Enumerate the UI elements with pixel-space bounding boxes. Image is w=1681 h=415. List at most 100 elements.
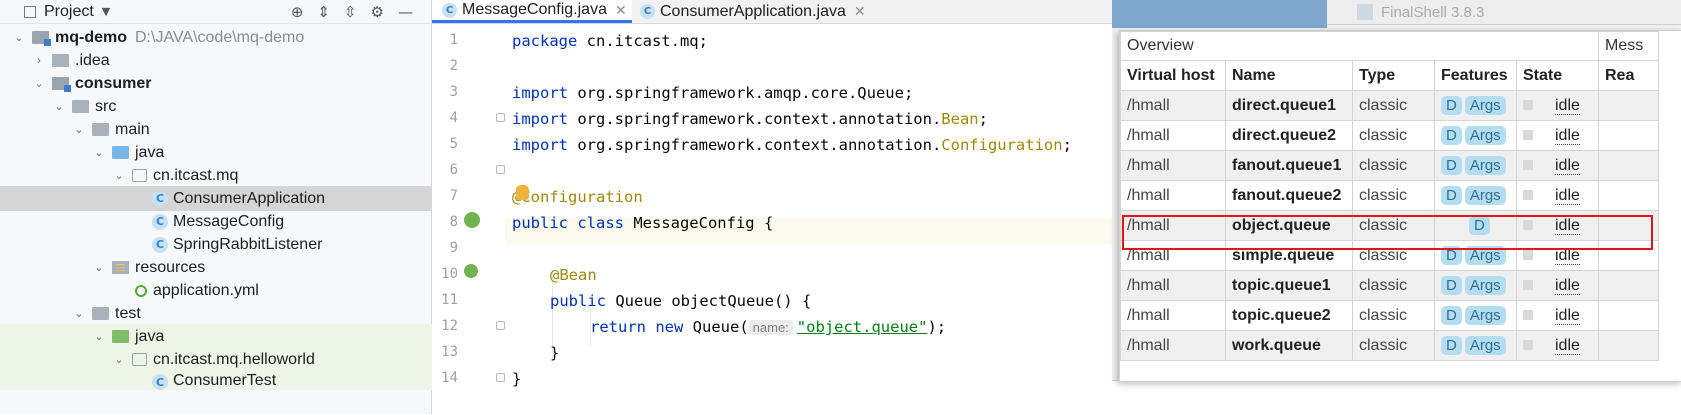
tree-item-mq-demo[interactable]: ⌄ mq-demo D:\JAVA\code\mq-demo xyxy=(0,25,443,50)
tree-label: consumer xyxy=(75,74,152,92)
tab-message-config[interactable]: C MessageConfig.java ✕ xyxy=(432,0,632,23)
chevron-down-icon[interactable]: ⌄ xyxy=(52,100,66,113)
code-line-4[interactable]: import org.springframework.context.annot… xyxy=(512,110,988,128)
cell-ready xyxy=(1598,210,1659,241)
expand-all-icon[interactable]: ⇕ xyxy=(317,3,330,21)
cell-virtual-host: /hmall xyxy=(1120,210,1226,241)
line-number: 3 xyxy=(449,84,458,100)
close-icon[interactable]: ✕ xyxy=(854,3,866,20)
cell-queue-name[interactable]: simple.queue xyxy=(1225,240,1353,271)
background-window-bottom xyxy=(1112,380,1681,415)
collapse-all-icon[interactable]: ⇳ xyxy=(344,3,357,21)
settings-icon[interactable]: ⚙ xyxy=(371,3,384,21)
table-row[interactable]: /hmall direct.queue2 classic D Args idle xyxy=(1120,120,1659,151)
tree-label: java xyxy=(135,143,165,161)
code-line-7[interactable]: @Configuration xyxy=(512,188,643,206)
chevron-down-icon[interactable]: ▼ xyxy=(102,5,110,18)
line-number: 4 xyxy=(449,110,458,126)
feature-args-badge: Args xyxy=(1464,306,1506,325)
intention-bulb-icon[interactable] xyxy=(516,185,529,200)
state-label: idle xyxy=(1555,306,1580,325)
column-virtual-host[interactable]: Virtual host xyxy=(1120,60,1226,91)
source-folder-icon xyxy=(112,146,129,159)
tree-item-idea[interactable]: › .idea xyxy=(0,48,463,73)
column-ready[interactable]: Rea xyxy=(1598,60,1659,91)
finalshell-window-title[interactable]: FinalShell 3.8.3 xyxy=(1327,0,1681,25)
feature-args-badge: Args xyxy=(1464,336,1506,355)
fold-marker-icon[interactable] xyxy=(496,165,505,174)
tree-item-src[interactable]: ⌄ src xyxy=(0,94,483,119)
column-state[interactable]: State xyxy=(1516,60,1599,91)
fold-marker-icon[interactable] xyxy=(496,373,505,382)
table-row[interactable]: /hmall direct.queue1 classic D Args idle xyxy=(1120,90,1659,121)
code-line-1[interactable]: package cn.itcast.mq; xyxy=(512,32,708,50)
finalshell-title: FinalShell 3.8.3 xyxy=(1381,3,1485,21)
package-icon xyxy=(132,353,147,366)
chevron-down-icon[interactable]: ⌄ xyxy=(12,31,26,44)
cell-queue-name[interactable]: direct.queue2 xyxy=(1225,120,1353,151)
target-icon[interactable]: ⊕ xyxy=(291,3,304,21)
tree-item-consumer[interactable]: ⌄ consumer xyxy=(0,71,463,96)
cell-features: D Args xyxy=(1434,90,1517,121)
project-title[interactable]: Project xyxy=(44,3,94,21)
project-toolbar: ⊕ ⇕ ⇳ ⚙ — xyxy=(291,0,413,23)
cell-features: D Args xyxy=(1434,180,1517,211)
column-type[interactable]: Type xyxy=(1352,60,1435,91)
minimize-icon[interactable]: — xyxy=(398,3,413,21)
parameter-hint: name: xyxy=(748,320,793,335)
column-features[interactable]: Features xyxy=(1434,60,1517,91)
cell-queue-name[interactable]: object.queue xyxy=(1225,210,1353,241)
code-line-13[interactable]: } xyxy=(550,344,559,362)
chevron-down-icon[interactable]: ⌄ xyxy=(112,353,126,366)
code-keyword: import xyxy=(512,136,568,154)
code-line-3[interactable]: import org.springframework.amqp.core.Que… xyxy=(512,84,913,102)
cell-queue-name[interactable]: work.queue xyxy=(1225,330,1353,361)
cell-queue-name[interactable]: fanout.queue1 xyxy=(1225,150,1353,181)
chevron-down-icon[interactable]: ⌄ xyxy=(92,261,106,274)
code-line-14[interactable]: } xyxy=(512,370,521,388)
table-row[interactable]: /hmall topic.queue1 classic D Args idle xyxy=(1120,270,1659,301)
chevron-down-icon[interactable]: ⌄ xyxy=(92,330,106,343)
cell-queue-name[interactable]: topic.queue1 xyxy=(1225,270,1353,301)
tab-consumer-application[interactable]: C ConsumerApplication.java ✕ xyxy=(640,0,880,23)
cell-virtual-host: /hmall xyxy=(1120,150,1226,181)
cell-features: D Args xyxy=(1434,120,1517,151)
code-line-12[interactable]: return new Queue(name: "object.queue"); xyxy=(590,318,946,336)
table-row[interactable]: /hmall simple.queue classic D Args idle xyxy=(1120,240,1659,271)
column-name[interactable]: Name xyxy=(1225,60,1353,91)
cell-queue-name[interactable]: fanout.queue2 xyxy=(1225,180,1353,211)
chevron-down-icon[interactable]: ⌄ xyxy=(32,77,46,90)
chevron-down-icon[interactable]: ⌄ xyxy=(112,169,126,182)
cell-virtual-host: /hmall xyxy=(1120,270,1226,301)
table-row[interactable]: /hmall fanout.queue1 classic D Args idle xyxy=(1120,150,1659,181)
chevron-down-icon[interactable]: ⌄ xyxy=(72,307,86,320)
cell-virtual-host: /hmall xyxy=(1120,120,1226,151)
tree-item-test[interactable]: ⌄ test xyxy=(0,301,503,326)
fold-marker-icon[interactable] xyxy=(496,113,505,122)
code-line-11[interactable]: public Queue objectQueue() { xyxy=(550,292,811,310)
table-row[interactable]: /hmall fanout.queue2 classic D Args idle xyxy=(1120,180,1659,211)
state-label: idle xyxy=(1555,126,1580,145)
code-line-10[interactable]: @Bean xyxy=(550,266,597,284)
chevron-down-icon[interactable]: ⌄ xyxy=(92,146,106,159)
close-icon[interactable]: ✕ xyxy=(615,2,627,19)
fold-marker-icon[interactable] xyxy=(496,321,505,330)
tree-label: test xyxy=(115,304,141,322)
table-row[interactable]: /hmall topic.queue2 classic D Args idle xyxy=(1120,300,1659,331)
line-number: 5 xyxy=(449,136,458,152)
code-line-8[interactable]: public class MessageConfig { xyxy=(512,214,773,232)
cell-queue-name[interactable]: direct.queue1 xyxy=(1225,90,1353,121)
code-line-5[interactable]: import org.springframework.context.annot… xyxy=(512,136,1072,154)
spring-bean-icon[interactable] xyxy=(464,264,478,278)
cell-state: idle xyxy=(1516,180,1599,211)
table-row[interactable]: /hmall work.queue classic D Args idle xyxy=(1120,330,1659,361)
cell-queue-name[interactable]: topic.queue2 xyxy=(1225,300,1353,331)
line-number: 11 xyxy=(441,292,458,308)
table-row[interactable]: /hmall object.queue classic Didle xyxy=(1120,210,1659,241)
class-icon: C xyxy=(152,213,168,230)
spring-bean-icon[interactable] xyxy=(464,212,480,228)
chevron-down-icon[interactable]: ⌄ xyxy=(72,123,86,136)
tree-item-main[interactable]: ⌄ main xyxy=(0,117,503,142)
chevron-right-icon[interactable]: › xyxy=(32,55,46,67)
code-text: cn.itcast.mq; xyxy=(577,32,708,50)
